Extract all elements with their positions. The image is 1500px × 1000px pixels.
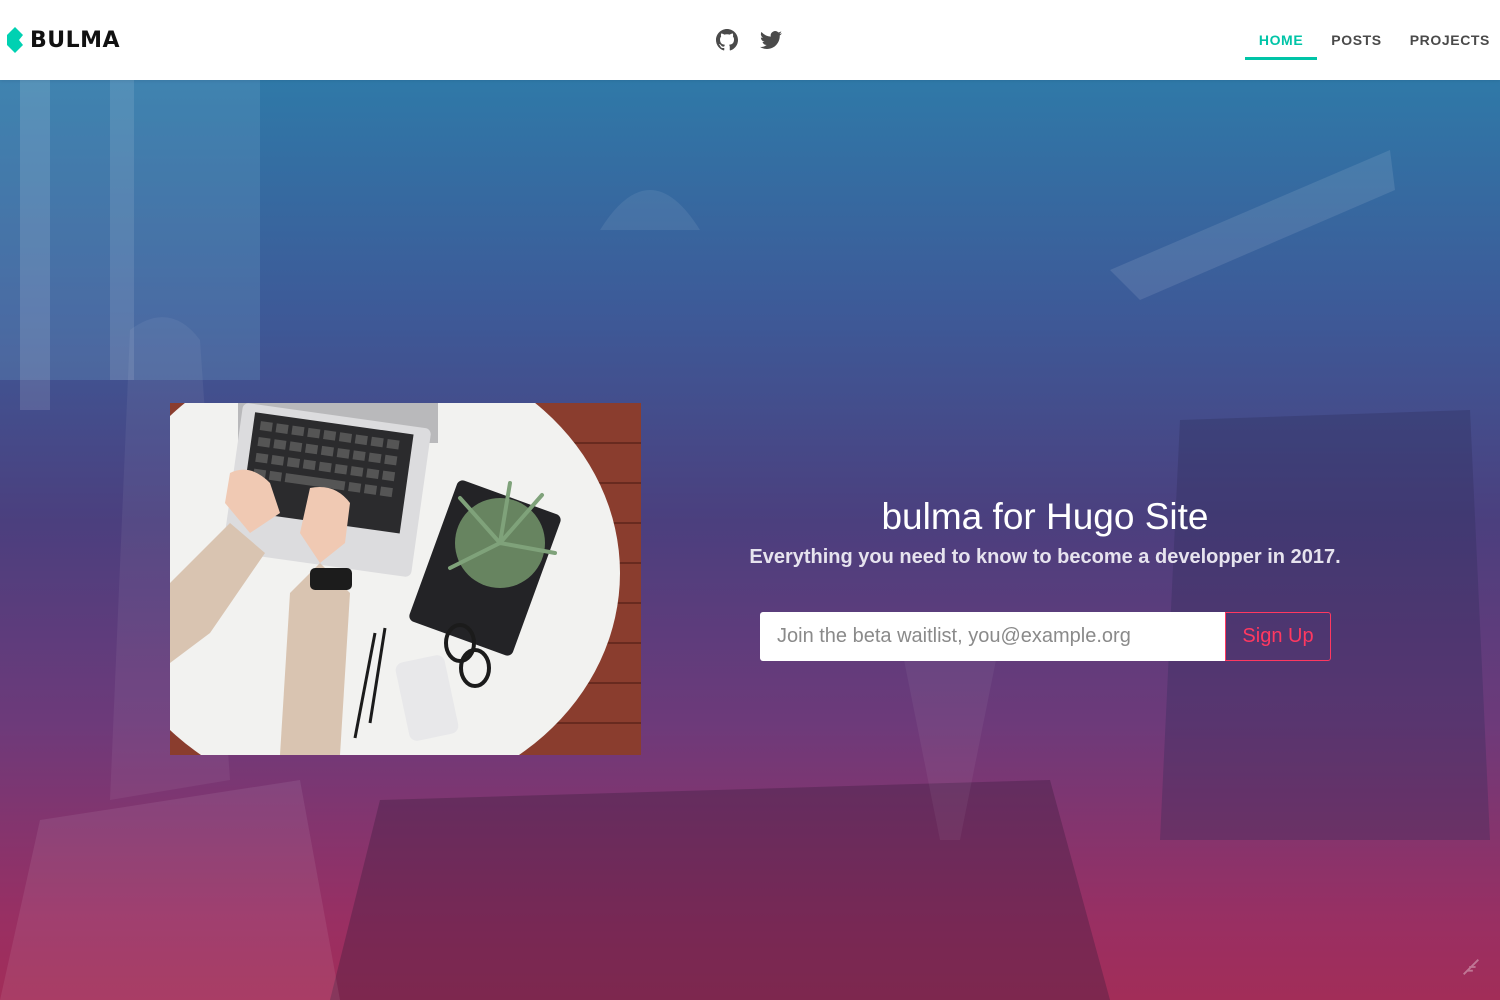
hero-subtitle: Everything you need to know to become a … — [749, 546, 1341, 568]
brand-logo[interactable]: BULMA — [6, 24, 120, 56]
navbar: BULMA HOME POSTS PROJECTS — [0, 0, 1500, 80]
signup-button[interactable]: Sign Up — [1225, 612, 1331, 661]
signup-form: Sign Up — [760, 612, 1331, 661]
email-input[interactable] — [760, 612, 1225, 661]
hero-image — [170, 403, 641, 755]
laptop-desk-illustration — [170, 403, 641, 755]
hero-section: bulma for Hugo Site Everything you need … — [0, 80, 1500, 1000]
nav-item-posts[interactable]: POSTS — [1317, 0, 1395, 80]
nav-menu: HOME POSTS PROJECTS — [1244, 0, 1500, 80]
bulma-logo-icon — [7, 27, 23, 53]
github-icon — [716, 29, 738, 51]
social-links — [716, 26, 784, 54]
hero-title: bulma for Hugo Site — [881, 496, 1209, 537]
nav-item-home[interactable]: HOME — [1244, 0, 1318, 80]
brand-name: BULMA — [30, 27, 121, 53]
twitter-icon — [760, 31, 782, 49]
nav-item-projects[interactable]: PROJECTS — [1396, 0, 1500, 80]
feather-icon — [1463, 959, 1479, 975]
github-link[interactable] — [716, 26, 740, 54]
twitter-link[interactable] — [760, 26, 784, 54]
